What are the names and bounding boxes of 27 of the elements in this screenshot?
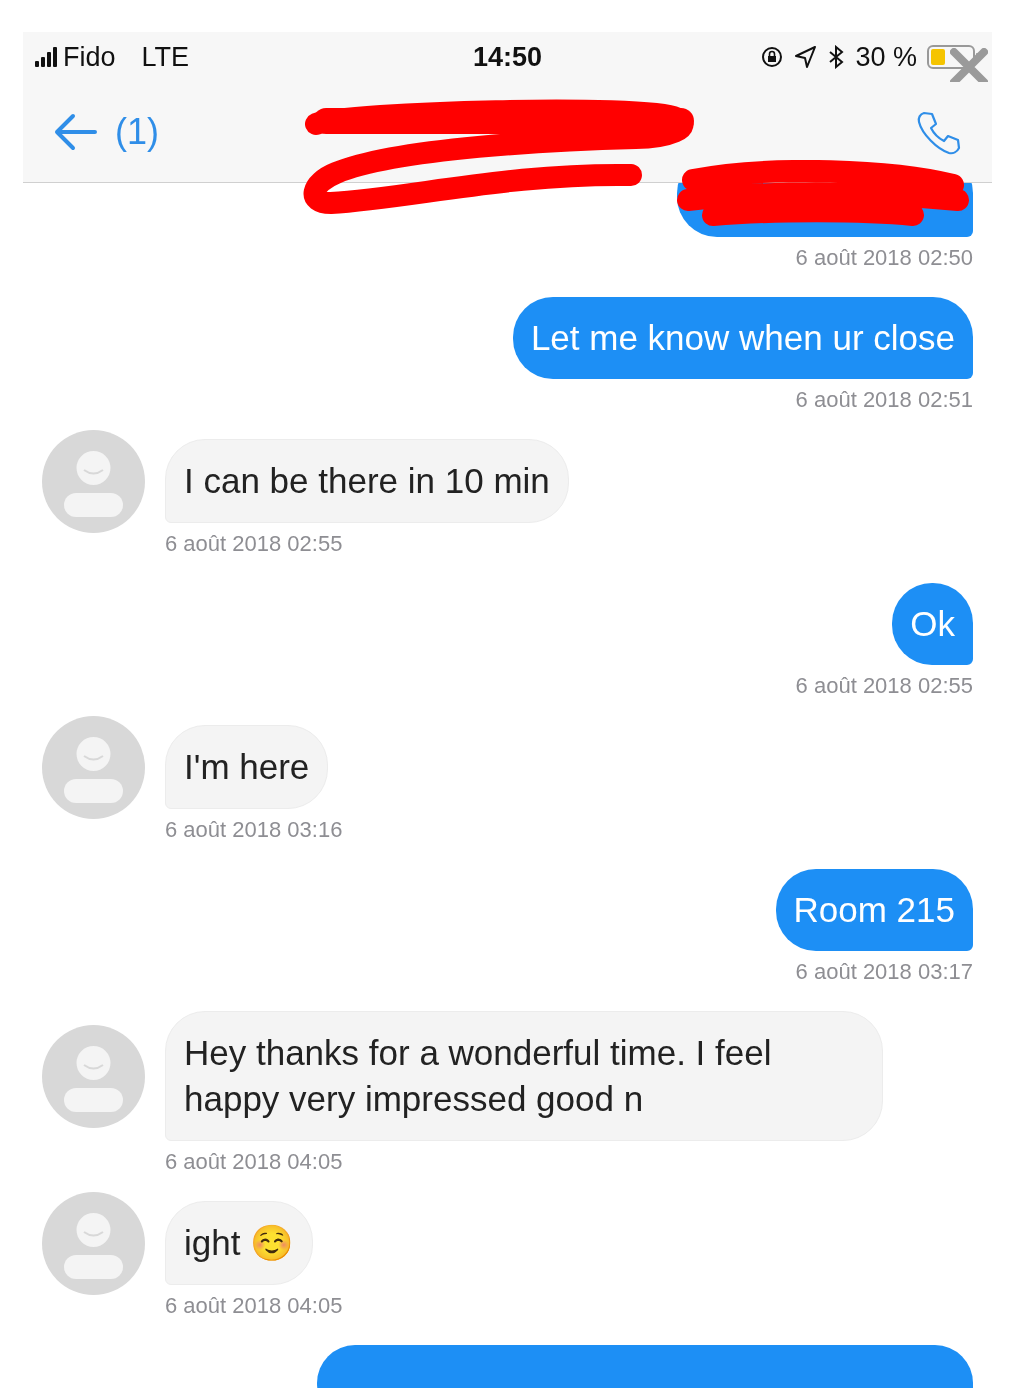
message-timestamp: 6 août 2018 03:17: [794, 959, 973, 985]
signal-icon: [35, 47, 57, 67]
bluetooth-icon: [827, 45, 846, 69]
message-bubble: Let me know when ur close: [512, 297, 973, 379]
back-arrow-icon: [53, 112, 99, 152]
battery-icon: [927, 45, 980, 69]
back-button[interactable]: (1): [53, 111, 159, 153]
message-bubble: ight ☺: [165, 1201, 314, 1285]
message-timestamp: 6 août 2018 03:16: [165, 817, 344, 843]
message-bubble: Hey thanks for a wonderful time. I feel happy very impressed good n: [165, 1011, 883, 1141]
battery-percent: 30 %: [855, 41, 917, 73]
message-bubble: I'm here: [165, 725, 329, 809]
message-timestamp: 6 août 2018 02:51: [794, 387, 973, 413]
message-bubble: Ok: [892, 583, 973, 665]
carrier-name: Fido: [63, 41, 116, 73]
location-icon: [794, 45, 818, 69]
call-button[interactable]: [916, 109, 962, 155]
message-bubble: I can be there in 10 min: [165, 439, 569, 523]
orientation-lock-icon: [760, 45, 785, 69]
message-timestamp: 6 août 2018 04:05: [165, 1149, 344, 1175]
status-time: 14:50: [472, 41, 543, 73]
message-bubble: Room 215: [775, 869, 973, 951]
message-timestamp: 6 août 2018 02:55: [794, 673, 973, 699]
message-timestamp: 6 août 2018 02:50: [794, 245, 973, 271]
network-type: LTE: [141, 41, 190, 73]
message-timestamp: 6 août 2018 04:05: [165, 1293, 344, 1319]
message-timestamp: 6 août 2018 02:55: [165, 531, 344, 557]
